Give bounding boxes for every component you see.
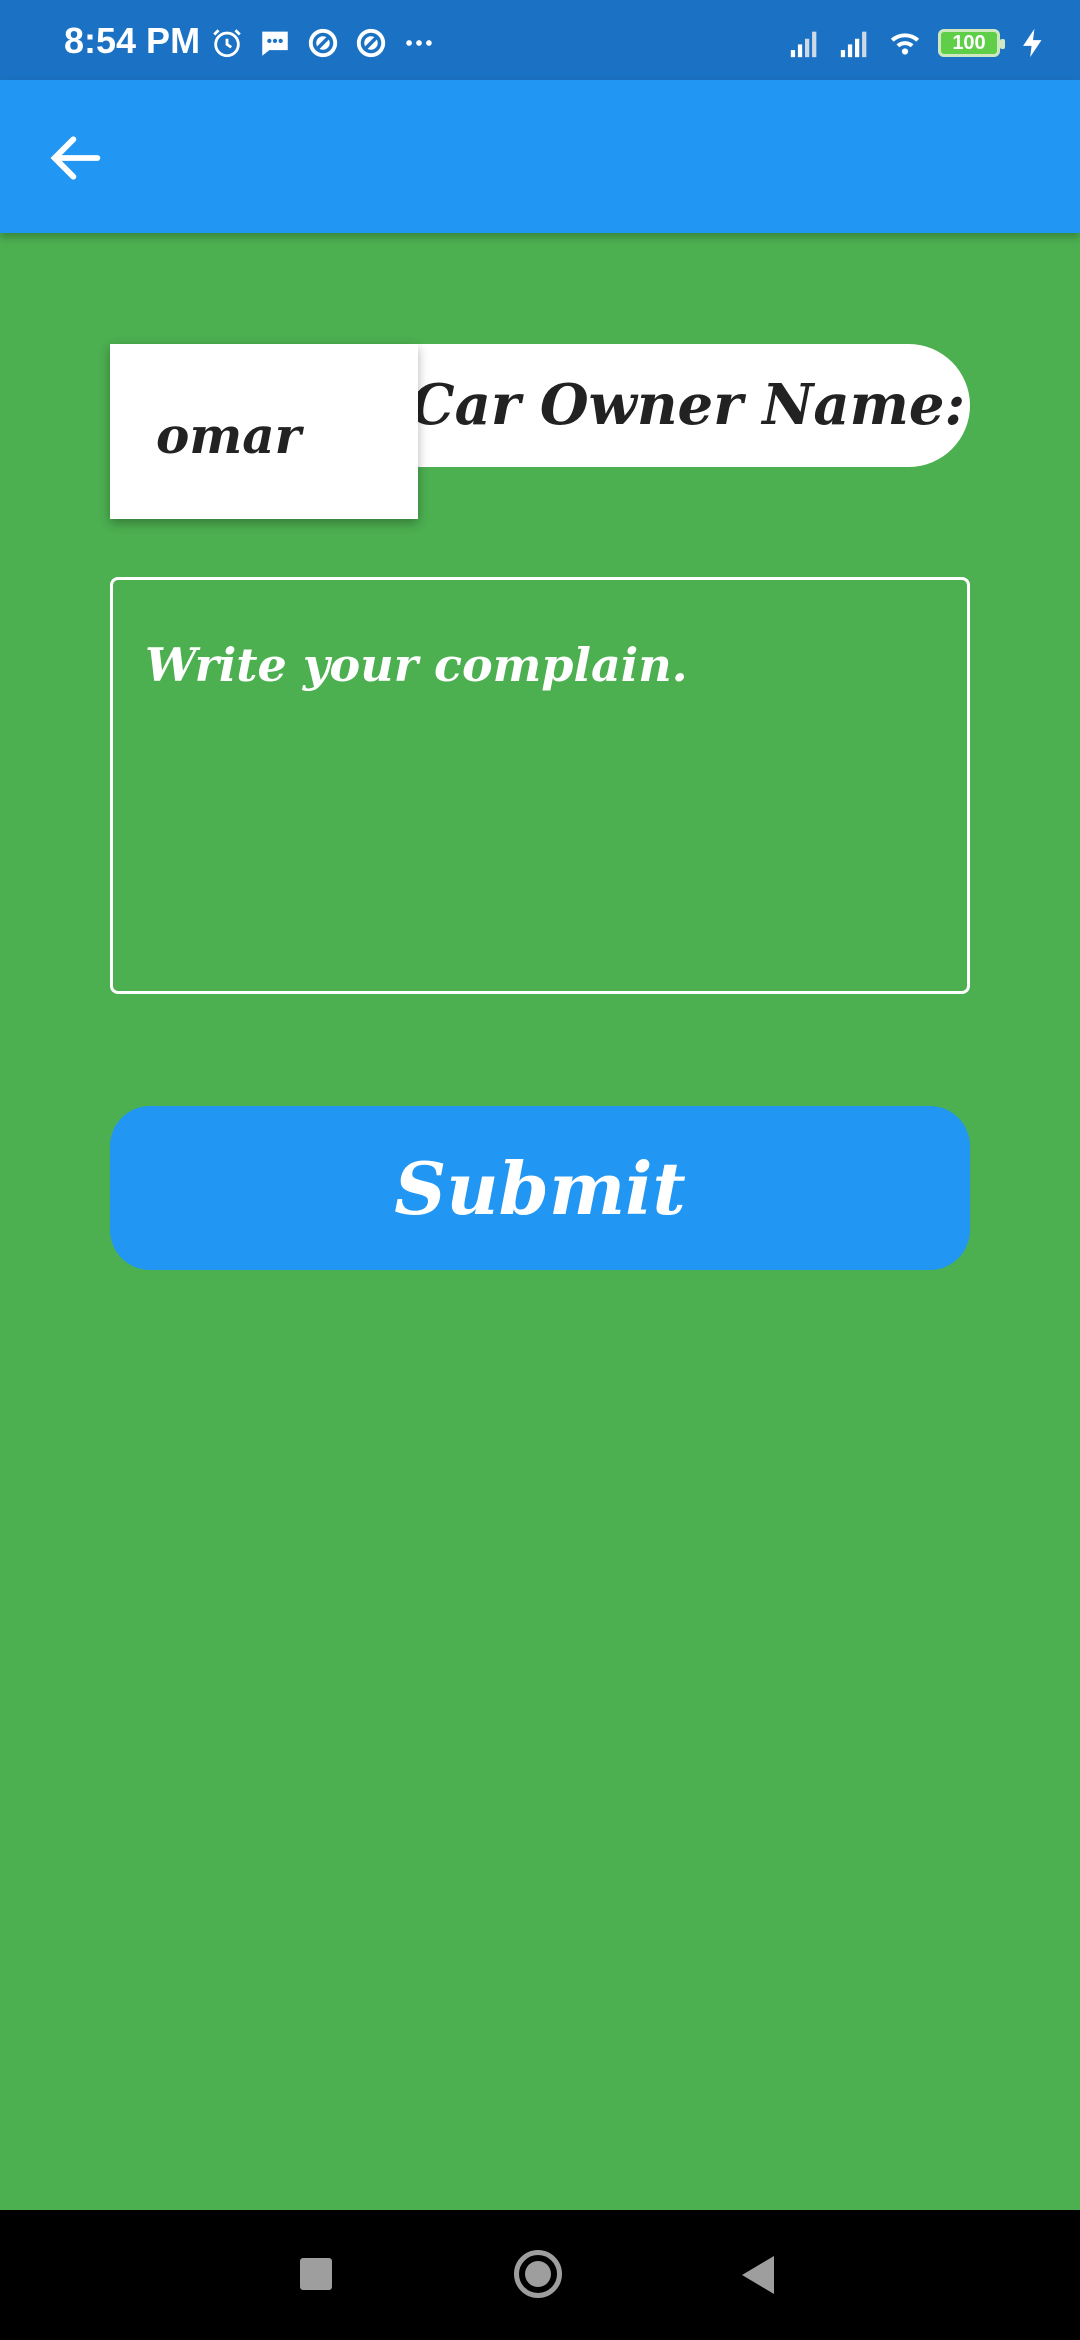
- signal-icon: [790, 31, 817, 58]
- owner-name-option: omar: [156, 406, 301, 465]
- app-bar: [0, 80, 1080, 233]
- system-icons: 100: [788, 26, 1050, 60]
- complaint-box: [110, 577, 970, 994]
- submit-button[interactable]: Submit: [110, 1106, 970, 1270]
- navigation-bar: [0, 2210, 1080, 2340]
- charging-icon: [1023, 28, 1042, 58]
- arrow-left-icon[interactable]: [44, 126, 108, 190]
- home-icon[interactable]: [514, 2250, 562, 2298]
- signal-icon: [840, 31, 867, 58]
- at-icon: [308, 28, 338, 58]
- wifi-icon: [890, 33, 920, 55]
- status-time: 8:54 PM: [64, 20, 201, 61]
- at-icon: [356, 28, 386, 58]
- complaint-input[interactable]: [113, 580, 967, 991]
- battery-icon: 100: [938, 29, 1005, 57]
- owner-name-label: Car Owner Name:: [410, 372, 966, 438]
- message-icon: [262, 31, 288, 56]
- more-icon: [406, 40, 432, 46]
- owner-name-dropdown-item[interactable]: omar: [110, 344, 418, 519]
- alarm-icon: [213, 29, 241, 58]
- status-bar: 8:54 PM 100: [0, 0, 1080, 80]
- notification-icons: [210, 26, 436, 60]
- back-icon[interactable]: [742, 2256, 774, 2294]
- recents-icon[interactable]: [300, 2258, 332, 2290]
